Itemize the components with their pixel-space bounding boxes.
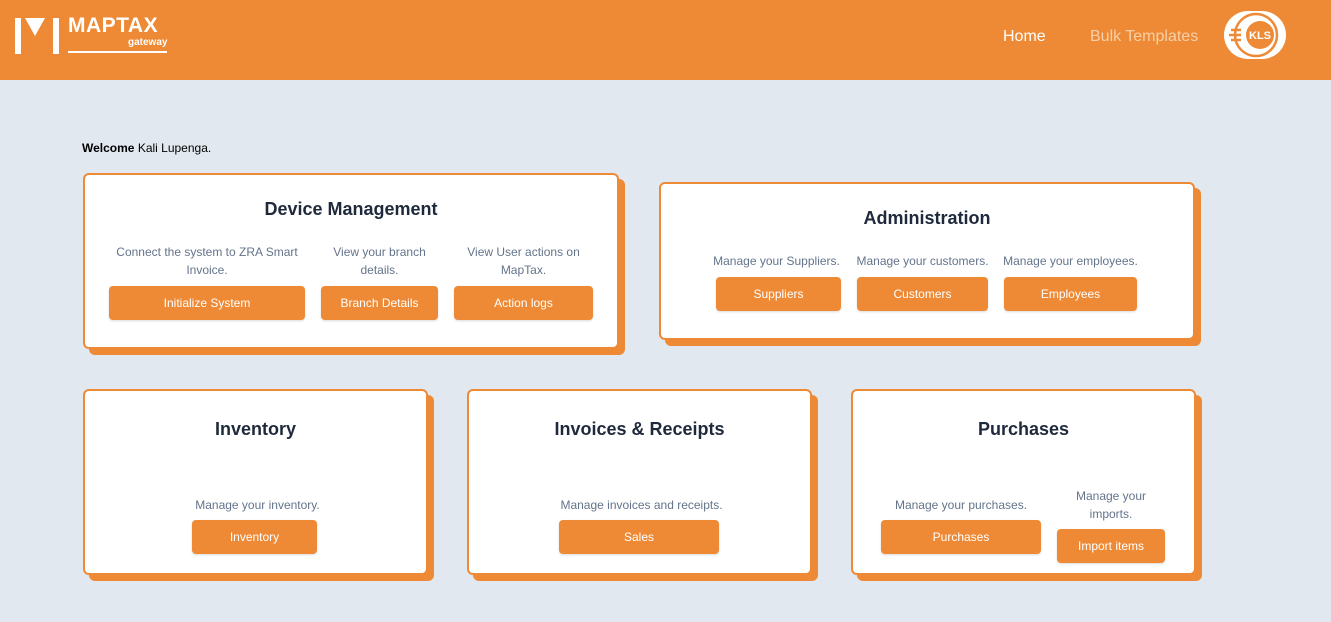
maptax-logo-mark-icon xyxy=(15,18,59,54)
inventory-button[interactable]: Inventory xyxy=(192,520,317,554)
logo-subtitle: gateway xyxy=(128,37,168,48)
customers-button[interactable]: Customers xyxy=(857,277,988,311)
card-title: Administration xyxy=(863,208,991,228)
inventory-card: Inventory Manage your inventory. Invento… xyxy=(83,389,428,575)
card-title: Inventory xyxy=(214,419,297,439)
initialize-system-button[interactable]: Initialize System xyxy=(109,286,305,320)
card-description: View User actions on MapTax. xyxy=(467,245,580,277)
maptax-logo[interactable]: MAPTAX gateway xyxy=(14,14,170,56)
card-description: Manage your purchases. xyxy=(894,498,1028,512)
nav-home-link[interactable]: Home xyxy=(1003,28,1046,46)
card-description: Manage your imports. xyxy=(1075,489,1147,521)
logo-underline xyxy=(68,51,167,53)
card-title: Device Management xyxy=(264,199,438,219)
welcome-user-name: Kali Lupenga. xyxy=(137,141,212,155)
card-description: Manage your Suppliers. xyxy=(713,254,840,268)
card-title: Invoices & Receipts xyxy=(554,419,725,439)
card-description: Manage your customers. xyxy=(856,254,989,268)
card-description: View your branch details. xyxy=(333,245,426,277)
card-title: Purchases xyxy=(977,419,1070,439)
employees-button[interactable]: Employees xyxy=(1004,277,1137,311)
purchases-button[interactable]: Purchases xyxy=(881,520,1041,554)
card-description: Manage your employees. xyxy=(1003,254,1138,268)
user-avatar[interactable]: KLS xyxy=(1224,11,1286,59)
avatar-initials: KLS xyxy=(1249,30,1271,42)
device-management-card: Device Management Connect the system to … xyxy=(83,173,619,349)
administration-card: Administration Manage your Suppliers. Su… xyxy=(659,182,1195,340)
suppliers-button[interactable]: Suppliers xyxy=(716,277,841,311)
card-description: Connect the system to ZRA Smart Invoice. xyxy=(116,245,298,277)
purchases-card: Purchases Manage your purchases. Purchas… xyxy=(851,389,1196,575)
invoices-receipts-card: Invoices & Receipts Manage invoices and … xyxy=(467,389,812,575)
logo-title: MAPTAX xyxy=(68,14,159,37)
sales-button[interactable]: Sales xyxy=(559,520,719,554)
import-items-button[interactable]: Import items xyxy=(1057,529,1165,563)
card-description: Manage invoices and receipts. xyxy=(560,498,723,512)
nav-bulk-templates-link[interactable]: Bulk Templates xyxy=(1090,28,1198,46)
kls-avatar-icon: KLS xyxy=(1229,12,1279,58)
action-logs-button[interactable]: Action logs xyxy=(454,286,593,320)
branch-details-button[interactable]: Branch Details xyxy=(321,286,438,320)
welcome-message: Welcome Kali Lupenga. xyxy=(82,141,211,155)
top-navbar: MAPTAX gateway Home Bulk Templates KLS xyxy=(0,0,1331,80)
card-description: Manage your inventory. xyxy=(195,498,320,512)
welcome-label: Welcome xyxy=(82,141,135,155)
